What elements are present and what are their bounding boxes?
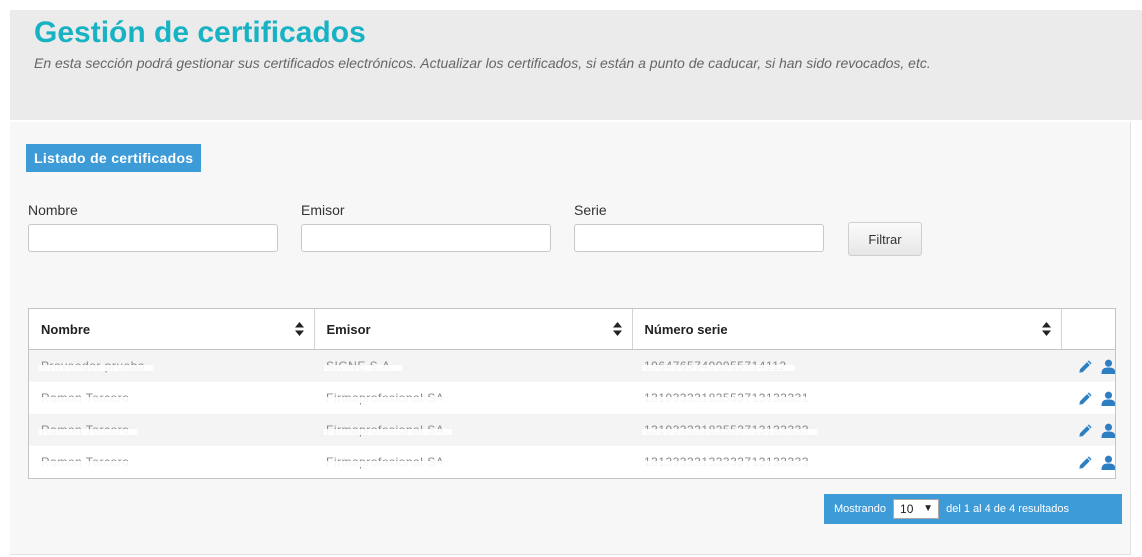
cell-actions: [1061, 446, 1115, 478]
column-header-actions: [1061, 309, 1115, 350]
user-icon[interactable]: [1101, 455, 1115, 470]
serie-value: 13193333183553713133331: [642, 391, 817, 405]
emisor-value: SIGNE S.A.: [323, 359, 403, 373]
emisor-value: Firmaprofesional SA: [323, 423, 453, 437]
pencil-icon[interactable]: [1078, 391, 1093, 406]
emisor-input[interactable]: [301, 224, 551, 252]
page-size-value: 10: [900, 502, 914, 517]
cell-nombre: Ramon Tercero: [29, 446, 314, 478]
certificates-table: Nombre Emisor Número serie Proveedor pru…: [28, 308, 1116, 479]
page-title: Gestión de certificados: [34, 16, 366, 49]
nombre-label: Nombre: [28, 202, 78, 218]
section-title: Listado de certificados: [26, 144, 202, 172]
nombre-value: Ramon Tercero: [38, 423, 138, 437]
user-icon[interactable]: [1101, 391, 1115, 406]
cell-serie: 13133333133333713133333: [632, 446, 1061, 478]
user-icon[interactable]: [1101, 359, 1115, 374]
column-header-label: Número serie: [644, 321, 728, 337]
filter-button[interactable]: Filtrar: [848, 222, 922, 256]
pagination-prefix: Mostrando: [834, 503, 886, 515]
column-header-nombre[interactable]: Nombre: [29, 309, 315, 350]
cell-actions: [1061, 349, 1115, 382]
emisor-value: Firmaprofesional SA: [323, 391, 453, 405]
table-row: Proveedor prueba SIGNE S.A. 196476574909…: [29, 349, 1115, 382]
pencil-icon[interactable]: [1078, 423, 1093, 438]
sort-icon[interactable]: [612, 322, 622, 336]
cell-serie: 13193333183553713133333: [632, 414, 1061, 446]
pagination-bar: Mostrando 10 ▼ del 1 al 4 de 4 resultado…: [824, 494, 1122, 524]
serie-value: 19647657490955714112: [642, 359, 795, 373]
emisor-label: Emisor: [301, 202, 345, 218]
pencil-icon[interactable]: [1078, 359, 1093, 374]
chevron-down-icon: ▼: [923, 503, 934, 515]
column-header-numero-serie[interactable]: Número serie: [632, 309, 1062, 350]
sort-icon[interactable]: [1041, 322, 1051, 336]
nombre-value: Ramon Tercero: [38, 391, 138, 405]
cell-emisor: SIGNE S.A.: [314, 349, 632, 382]
serie-input[interactable]: [574, 224, 824, 252]
cell-nombre: Ramon Tercero: [29, 414, 314, 446]
column-header-label: Nombre: [41, 321, 91, 337]
table-header-row: Nombre Emisor Número serie: [29, 309, 1115, 350]
nombre-value: Proveedor prueba: [38, 359, 154, 373]
cell-serie: 13193333183553713133331: [632, 382, 1061, 414]
cell-emisor: Firmaprofesional SA: [314, 446, 632, 478]
certificates-panel: Listado de certificados Nombre Emisor Se…: [10, 122, 1131, 555]
pagination-summary: del 1 al 4 de 4 resultados: [946, 503, 1070, 515]
serie-label: Serie: [574, 202, 607, 218]
nombre-value: Ramon Tercero: [38, 455, 138, 469]
table-row: Ramon Tercero Firmaprofesional SA 131933…: [29, 382, 1115, 414]
cell-nombre: Proveedor prueba: [29, 349, 314, 382]
serie-value: 13193333183553713133333: [642, 423, 817, 437]
page-size-select[interactable]: 10 ▼: [893, 499, 940, 520]
cell-actions: [1061, 382, 1115, 414]
column-header-label: Emisor: [326, 321, 371, 337]
table-row: Ramon Tercero Firmaprofesional SA 131333…: [29, 446, 1115, 478]
column-header-emisor[interactable]: Emisor: [314, 309, 633, 350]
pencil-icon[interactable]: [1078, 455, 1093, 470]
page-description: En esta sección podrá gestionar sus cert…: [34, 55, 931, 71]
cell-emisor: Firmaprofesional SA: [314, 414, 632, 446]
user-icon[interactable]: [1101, 423, 1115, 438]
cell-nombre: Ramon Tercero: [29, 382, 314, 414]
cell-emisor: Firmaprofesional SA: [314, 382, 632, 414]
serie-value: 13133333133333713133333: [642, 455, 817, 469]
emisor-value: Firmaprofesional SA: [323, 455, 453, 469]
sort-icon[interactable]: [294, 322, 304, 336]
page-header: Gestión de certificados En esta sección …: [10, 10, 1142, 120]
table-row: Ramon Tercero Firmaprofesional SA 131933…: [29, 414, 1115, 446]
cell-serie: 19647657490955714112: [632, 349, 1061, 382]
nombre-input[interactable]: [28, 224, 278, 252]
cell-actions: [1061, 414, 1115, 446]
